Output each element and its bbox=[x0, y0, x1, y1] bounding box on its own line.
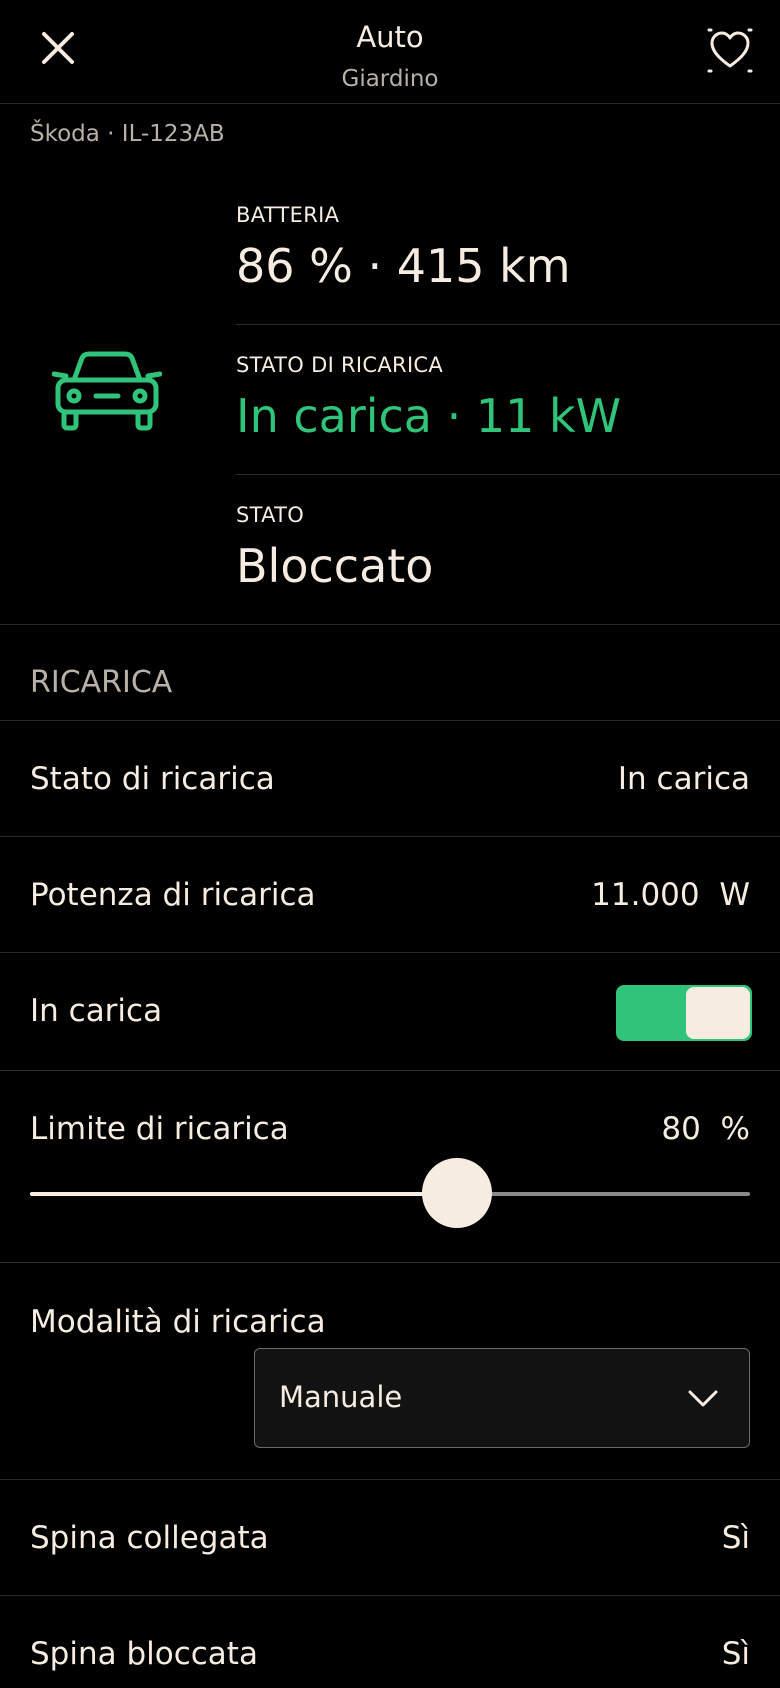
divider bbox=[0, 1262, 780, 1263]
divider bbox=[0, 720, 780, 721]
plug-locked-value: Sì bbox=[721, 1636, 750, 1672]
lock-state-value: Bloccato bbox=[236, 539, 434, 593]
charging-state-row-label: Stato di ricarica bbox=[30, 761, 275, 797]
divider bbox=[0, 1595, 780, 1596]
heart-icon bbox=[707, 28, 753, 73]
charging-summary: STATO DI RICARICA In carica · 11 kW bbox=[236, 353, 780, 443]
plug-connected-label: Spina collegata bbox=[30, 1520, 269, 1556]
charging-state-value: In carica · 11 kW bbox=[236, 389, 622, 443]
charging-toggle-label: In carica bbox=[30, 993, 163, 1029]
page-subtitle: Giardino bbox=[341, 66, 439, 92]
lock-state-label: STATO bbox=[236, 503, 305, 527]
chevron-down-icon bbox=[688, 1390, 718, 1407]
lock-summary: STATO Bloccato bbox=[236, 503, 780, 593]
section-title: RICARICA bbox=[30, 665, 173, 700]
car-icon bbox=[52, 351, 162, 431]
header: Auto Giardino bbox=[0, 0, 780, 104]
vehicle-id: Škoda · IL-123AB bbox=[30, 121, 225, 147]
plug-connected-value: Sì bbox=[721, 1520, 750, 1556]
charge-mode-selected: Manuale bbox=[279, 1380, 403, 1414]
divider bbox=[236, 474, 780, 475]
charging-power-row-value: 11.000 W bbox=[591, 877, 750, 913]
page-title: Auto bbox=[356, 20, 424, 54]
charging-state-row-value: In carica bbox=[617, 761, 750, 797]
divider bbox=[236, 324, 780, 325]
charge-limit-slider-fill bbox=[30, 1192, 457, 1196]
favorite-button[interactable] bbox=[705, 26, 755, 76]
battery-label: BATTERIA bbox=[236, 203, 340, 227]
battery-summary: BATTERIA 86 % · 415 km bbox=[236, 203, 780, 293]
charge-mode-label: Modalità di ricarica bbox=[30, 1304, 326, 1340]
charge-limit-label: Limite di ricarica bbox=[30, 1111, 289, 1147]
charging-toggle[interactable] bbox=[616, 985, 752, 1041]
charging-power-row-label: Potenza di ricarica bbox=[30, 877, 316, 913]
plug-locked-label: Spina bloccata bbox=[30, 1636, 258, 1672]
charging-state-label: STATO DI RICARICA bbox=[236, 353, 444, 377]
charge-limit-slider-track[interactable] bbox=[30, 1192, 750, 1196]
battery-value: 86 % · 415 km bbox=[236, 239, 571, 293]
divider bbox=[0, 952, 780, 953]
toggle-knob bbox=[686, 987, 750, 1039]
divider bbox=[0, 1070, 780, 1071]
divider bbox=[0, 1479, 780, 1480]
divider bbox=[0, 836, 780, 837]
charge-limit-slider-thumb[interactable] bbox=[421, 1158, 492, 1228]
charge-mode-select[interactable]: Manuale bbox=[254, 1348, 750, 1448]
charge-limit-value: 80 % bbox=[661, 1111, 750, 1147]
divider bbox=[0, 624, 780, 625]
